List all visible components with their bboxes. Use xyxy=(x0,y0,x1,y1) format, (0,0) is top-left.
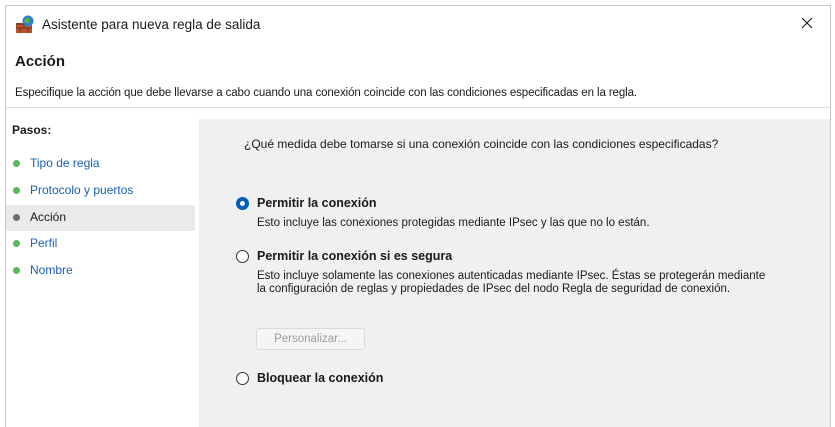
step-status-icon xyxy=(13,267,20,274)
content-panel: ¿Qué medida debe tomarse si una conexión… xyxy=(199,119,830,427)
wizard-window: Asistente para nueva regla de salida Acc… xyxy=(5,5,831,427)
step-protocolo-y-puertos[interactable]: Protocolo y puertos xyxy=(6,178,195,204)
radio-permitir[interactable] xyxy=(236,197,249,210)
step-label: Protocolo y puertos xyxy=(30,183,134,197)
step-perfil[interactable]: Perfil xyxy=(6,231,195,257)
step-status-icon xyxy=(13,214,20,221)
step-label: Nombre xyxy=(30,263,73,277)
title-bar: Asistente para nueva regla de salida xyxy=(6,6,830,44)
firewall-icon xyxy=(14,15,36,35)
page-description: Especifique la acción que debe llevarse … xyxy=(15,87,637,99)
step-nombre[interactable]: Nombre xyxy=(6,258,195,284)
customize-button[interactable]: Personalizar... xyxy=(256,328,365,350)
radio-permitir-si-segura[interactable] xyxy=(236,250,249,263)
close-icon xyxy=(801,16,813,34)
step-label: Acción xyxy=(30,210,67,224)
option-description: Esto incluye solamente las conexiones au… xyxy=(257,270,766,295)
steps-title: Pasos: xyxy=(12,123,52,137)
steps-panel: Pasos: Tipo de regla Protocolo y puertos… xyxy=(6,119,196,427)
window-title: Asistente para nueva regla de salida xyxy=(42,17,261,32)
step-status-icon xyxy=(13,160,20,167)
option-label[interactable]: Bloquear la conexión xyxy=(257,371,383,385)
step-label: Perfil xyxy=(30,236,58,250)
page-header: Acción Especifique la acción que debe ll… xyxy=(6,44,830,108)
step-status-icon xyxy=(13,187,20,194)
question-text: ¿Qué medida debe tomarse si una conexión… xyxy=(244,137,719,151)
option-label[interactable]: Permitir la conexión si es segura xyxy=(257,249,452,263)
step-label: Tipo de regla xyxy=(30,156,100,170)
option-label[interactable]: Permitir la conexión xyxy=(257,196,376,210)
step-status-icon xyxy=(13,240,20,247)
radio-bloquear[interactable] xyxy=(236,372,249,385)
step-tipo-de-regla[interactable]: Tipo de regla xyxy=(6,151,195,177)
option-description: Esto incluye las conexiones protegidas m… xyxy=(257,217,650,229)
page-title: Acción xyxy=(15,53,66,70)
close-button[interactable] xyxy=(784,6,830,44)
step-accion[interactable]: Acción xyxy=(6,205,195,231)
